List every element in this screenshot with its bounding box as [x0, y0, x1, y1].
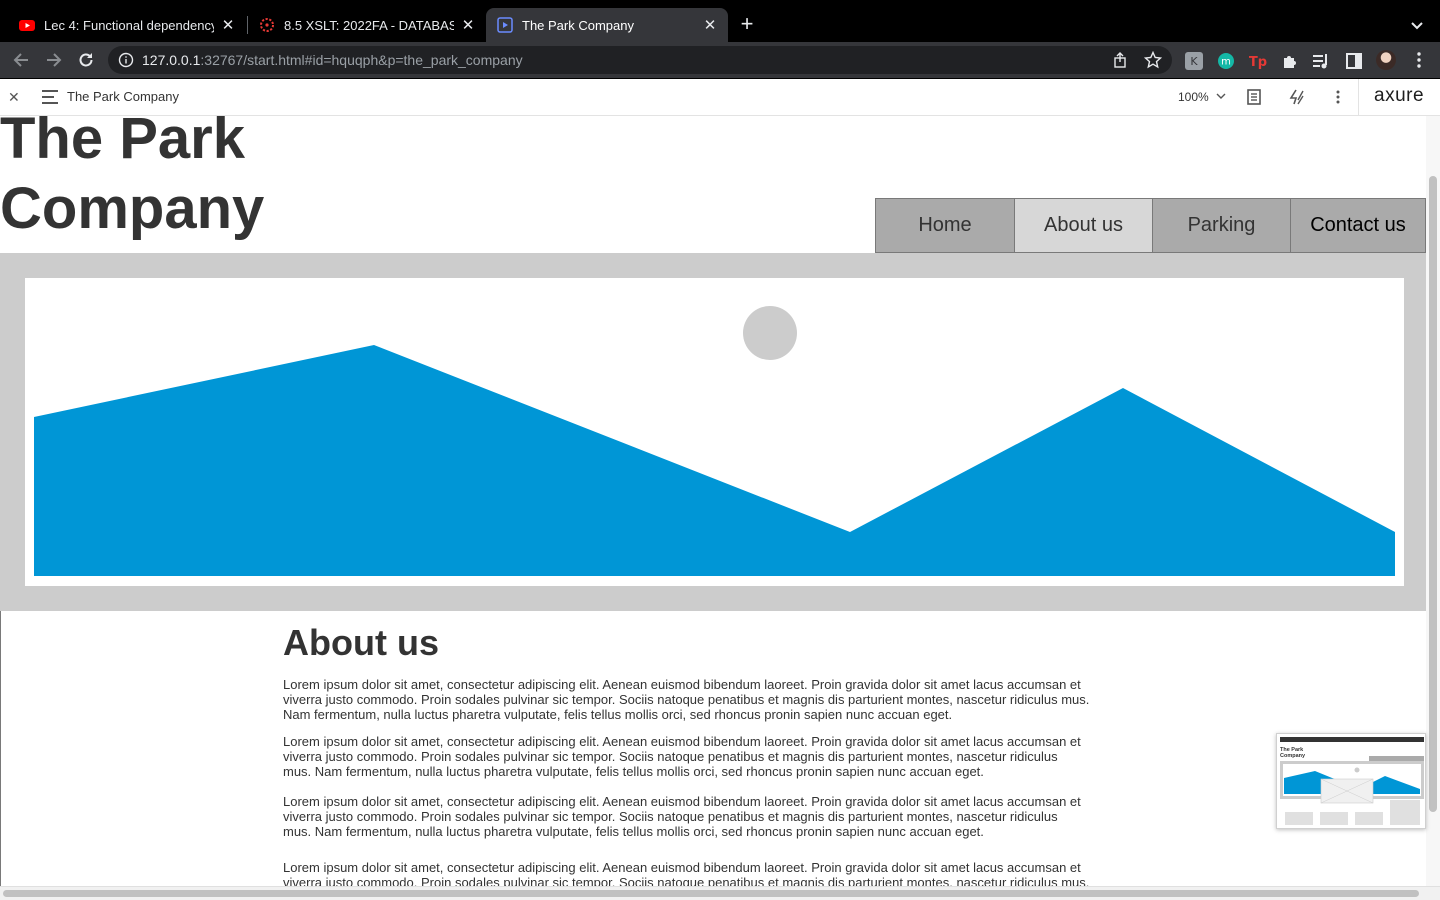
- sun-circle: [743, 306, 797, 360]
- forward-arrow-icon[interactable]: [43, 49, 65, 71]
- browser-toolbar: 127.0.0.1:32767/start.html#id=hquqph&p=t…: [0, 42, 1440, 78]
- content-left-border: [0, 611, 1, 886]
- more-options-icon[interactable]: [1330, 88, 1346, 106]
- paragraph-line: viverra justo commodo. Proin sodales pul…: [283, 809, 1058, 824]
- minimap-title-line-2: Company: [1280, 753, 1306, 759]
- paragraph-line: mus. Nam fermentum, nulla luctus pharetr…: [283, 824, 984, 839]
- tab-park-company[interactable]: The Park Company ✕: [486, 8, 728, 42]
- side-panel-icon[interactable]: [1345, 52, 1363, 70]
- page-list-menu-icon[interactable]: [42, 90, 58, 104]
- nav-parking[interactable]: Parking: [1152, 198, 1291, 253]
- chevron-down-icon[interactable]: [1216, 91, 1226, 101]
- horizontal-scrollbar[interactable]: [0, 886, 1440, 900]
- site-info-icon[interactable]: [118, 52, 134, 68]
- mountain-shape: [34, 345, 1395, 576]
- hero-image-placeholder: [25, 278, 1404, 586]
- main-navigation: Home About us Parking Contact us: [875, 198, 1426, 253]
- minimap-preview: The Park Company: [1280, 737, 1424, 825]
- paragraph-line: Lorem ipsum dolor sit amet, consectetur …: [283, 860, 1081, 875]
- hotspots-lightning-icon[interactable]: [1287, 88, 1305, 106]
- site-title-line-2: Company: [0, 176, 265, 241]
- url-path: :32767/start.html#id=hquqph&p=the_park_c…: [200, 52, 523, 68]
- paragraph-line: viverra justo commodo. Proin sodales pul…: [283, 692, 1090, 707]
- scrollbar-thumb[interactable]: [3, 890, 1419, 897]
- axure-toolbar: ✕ The Park Company 100% axure: [0, 79, 1440, 116]
- site-title-line-1: The Park: [0, 116, 245, 171]
- tab-youtube-lecture[interactable]: Lec 4: Functional dependency ✕: [8, 8, 246, 42]
- scrollbar-thumb[interactable]: [1429, 176, 1437, 812]
- extension-k-icon[interactable]: K: [1185, 52, 1203, 70]
- hero-banner: [0, 253, 1426, 611]
- share-icon[interactable]: [1112, 52, 1128, 68]
- back-arrow-icon[interactable]: [10, 49, 32, 71]
- section-heading: About us: [283, 622, 439, 663]
- close-tab-icon[interactable]: ✕: [702, 17, 718, 34]
- axure-page-icon: [497, 17, 513, 33]
- axure-logo: axure: [1374, 85, 1425, 106]
- tab-title: The Park Company: [522, 17, 634, 33]
- url-host: 127.0.0.1: [142, 52, 201, 68]
- paragraph-line: Nam fermentum, nulla luctus pharetra vul…: [283, 707, 953, 722]
- svg-text:Tp: Tp: [1249, 55, 1267, 70]
- extension-m-icon[interactable]: m: [1217, 52, 1235, 70]
- nav-about-us[interactable]: About us: [1014, 198, 1153, 253]
- paragraph-line: viverra justo commodo. Proin sodales pul…: [283, 875, 1090, 886]
- url-text[interactable]: 127.0.0.1:32767/start.html#id=hquqph&p=t…: [142, 52, 523, 68]
- canvas-icon: [260, 18, 274, 32]
- nav-contact-us[interactable]: Contact us: [1290, 198, 1426, 253]
- address-bar[interactable]: 127.0.0.1:32767/start.html#id=hquqph&p=t…: [108, 46, 1172, 74]
- nav-home[interactable]: Home: [875, 198, 1015, 253]
- svg-text:K: K: [1190, 55, 1198, 68]
- close-tab-icon[interactable]: ✕: [220, 17, 236, 34]
- paragraph-1: Lorem ipsum dolor sit amet, consectetur …: [283, 677, 1093, 722]
- new-tab-plus-icon[interactable]: +: [736, 13, 758, 35]
- page-title: The Park Company: [67, 89, 179, 104]
- browser-menu-icon[interactable]: [1410, 51, 1428, 69]
- svg-text:m: m: [1221, 57, 1231, 68]
- paragraph-line: viverra justo commodo. Proin sodales pul…: [283, 749, 1058, 764]
- bookmark-star-icon[interactable]: [1144, 51, 1162, 69]
- mountain-landscape-image: [34, 306, 1395, 576]
- close-sidebar-icon[interactable]: ✕: [8, 89, 20, 106]
- browser-tab-strip: Lec 4: Functional dependency ✕ 8.5 XSLT:…: [0, 0, 1440, 42]
- zoom-level[interactable]: 100%: [1178, 90, 1209, 104]
- documentation-icon[interactable]: [1245, 88, 1263, 106]
- reload-icon[interactable]: [75, 49, 97, 71]
- paragraph-line: Lorem ipsum dolor sit amet, consectetur …: [283, 734, 1081, 749]
- youtube-icon: [19, 20, 35, 31]
- paragraph-2: Lorem ipsum dolor sit amet, consectetur …: [283, 734, 1093, 779]
- paragraph-line: mus. Nam fermentum, nulla luctus pharetr…: [283, 764, 984, 779]
- tab-search-chevron-icon[interactable]: [1406, 14, 1428, 36]
- close-tab-icon[interactable]: ✕: [460, 17, 476, 34]
- prototype-canvas: The Park Company Home About us Parking C…: [0, 116, 1426, 886]
- vertical-scrollbar[interactable]: [1426, 116, 1440, 886]
- tab-xslt-database[interactable]: 8.5 XSLT: 2022FA - DATABASE ✕: [248, 8, 486, 42]
- paragraph-4: Lorem ipsum dolor sit amet, consectetur …: [283, 860, 1093, 886]
- site-title: The Park Company: [0, 116, 264, 244]
- paragraph-line: Lorem ipsum dolor sit amet, consectetur …: [283, 794, 1081, 809]
- page-minimap[interactable]: The Park Company: [1276, 733, 1426, 829]
- media-playlist-icon[interactable]: [1312, 52, 1330, 70]
- tab-title: Lec 4: Functional dependency: [44, 17, 214, 33]
- extension-tp-icon[interactable]: Tp: [1249, 52, 1267, 70]
- paragraph-3: Lorem ipsum dolor sit amet, consectetur …: [283, 794, 1093, 839]
- toolbar-divider: [1358, 79, 1359, 115]
- paragraph-line: Lorem ipsum dolor sit amet, consectetur …: [283, 677, 1081, 692]
- extensions-puzzle-icon[interactable]: [1281, 52, 1299, 70]
- profile-avatar[interactable]: [1376, 50, 1396, 70]
- tab-title: 8.5 XSLT: 2022FA - DATABASE: [284, 17, 454, 33]
